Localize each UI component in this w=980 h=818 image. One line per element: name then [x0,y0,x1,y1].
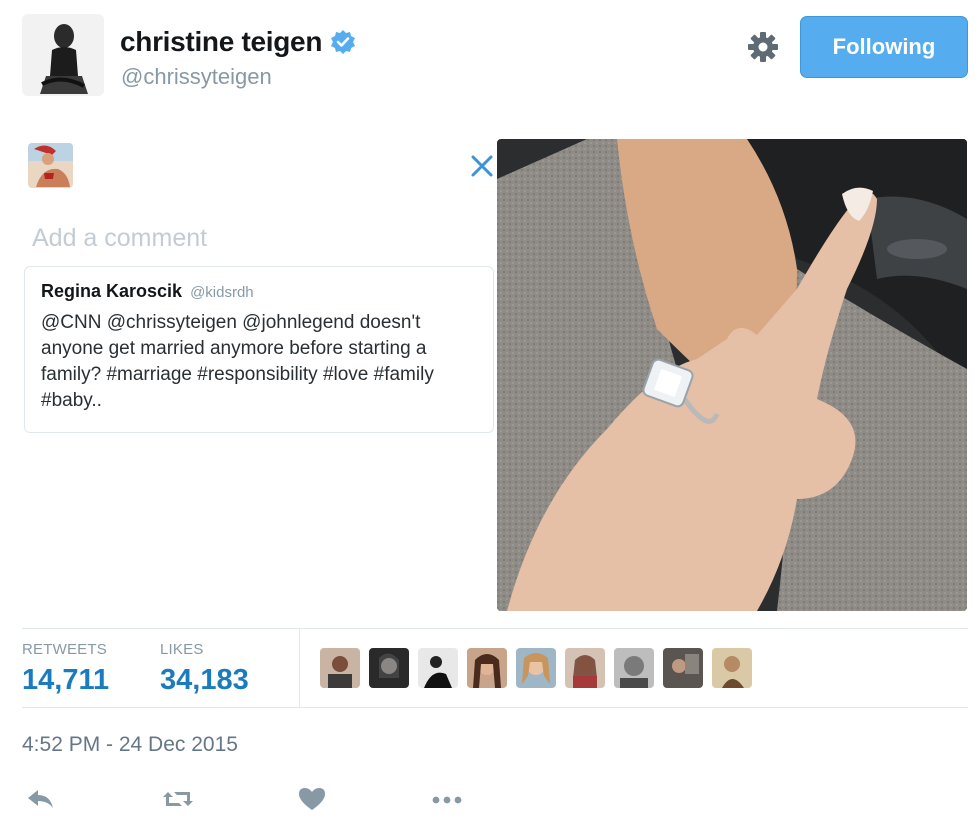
user-avatar [28,143,73,188]
stats-vertical-divider [299,629,300,707]
liker-avatar[interactable] [663,648,703,688]
quoted-tweet[interactable]: Regina Karoscik @kidsrdh @CNN @chrissyte… [24,266,494,433]
liker-avatar[interactable] [418,648,458,688]
liker-avatar[interactable] [467,648,507,688]
retweets-stat[interactable]: RETWEETS 14,711 [22,641,109,697]
likers-avatar-list [320,648,752,688]
comment-input[interactable] [32,218,472,258]
retweet-icon[interactable] [160,786,196,812]
gear-icon[interactable] [746,30,780,64]
stats-top-divider [22,628,968,629]
profile-handle[interactable]: @chrissyteigen [121,64,272,90]
liker-avatar[interactable] [369,648,409,688]
reply-icon[interactable] [26,786,56,812]
quoted-tweet-name: Regina Karoscik [41,281,183,301]
close-icon[interactable] [468,152,496,180]
verified-badge-icon [330,29,356,55]
display-name-text[interactable]: christine teigen [120,26,322,58]
retweets-label: RETWEETS [22,641,107,658]
display-name[interactable]: christine teigen [120,26,356,58]
like-icon[interactable] [297,786,327,812]
quoted-tweet-text: @CNN @chrissyteigen @johnlegend doesn't … [41,312,434,411]
liker-avatar[interactable] [320,648,360,688]
quoted-tweet-handle: @kidsrdh [190,284,254,301]
liker-avatar[interactable] [712,648,752,688]
more-icon[interactable] [430,786,466,812]
retweets-count[interactable]: 14,711 [22,664,109,697]
following-button[interactable]: Following [800,16,968,78]
likes-stat[interactable]: LIKES 34,183 [160,641,249,697]
tweet-timestamp[interactable]: 4:52 PM - 24 Dec 2015 [22,733,238,757]
profile-avatar[interactable] [22,14,104,96]
liker-avatar[interactable] [565,648,605,688]
quoted-tweet-header: Regina Karoscik @kidsrdh [41,281,477,302]
liker-avatar[interactable] [614,648,654,688]
likes-label: LIKES [160,641,204,658]
likes-count[interactable]: 34,183 [160,664,249,697]
liker-avatar[interactable] [516,648,556,688]
tweet-photo[interactable] [497,139,967,611]
stats-bottom-divider [22,707,968,708]
